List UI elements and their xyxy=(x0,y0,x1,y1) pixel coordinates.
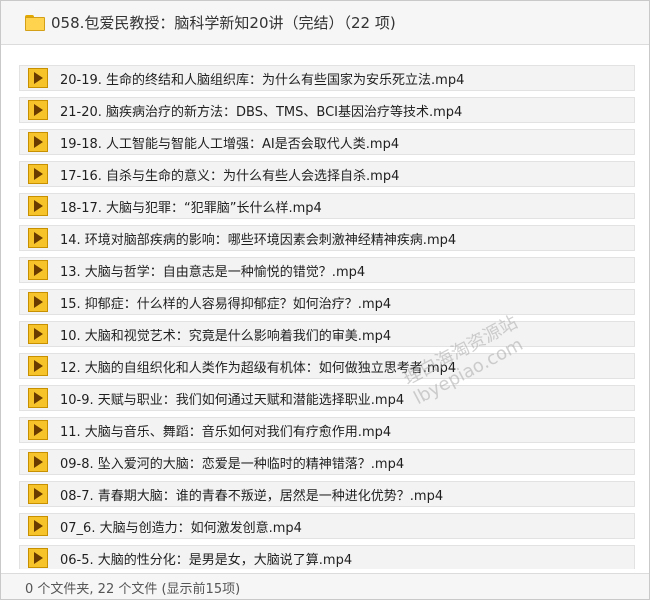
media-file-icon xyxy=(28,484,48,504)
file-name: 10. 大脑和视觉艺术：究竟是什么影响着我们的审美.mp4 xyxy=(60,328,392,344)
file-name: 19-18. 人工智能与智能人工增强：AI是否会取代人类.mp4 xyxy=(60,136,400,152)
file-row[interactable]: 19-18. 人工智能与智能人工增强：AI是否会取代人类.mp4 xyxy=(19,129,635,155)
file-row[interactable]: 14. 环境对脑部疾病的影响：哪些环境因素会刺激神经精神疾病.mp4 xyxy=(19,225,635,251)
file-row[interactable]: 06-5. 大脑的性分化：是男是女，大脑说了算.mp4 xyxy=(19,545,635,569)
media-file-icon xyxy=(28,228,48,248)
file-row[interactable]: 10-9. 天赋与职业：我们如何通过天赋和潜能选择职业.mp4 xyxy=(19,385,635,411)
file-name: 06-5. 大脑的性分化：是男是女，大脑说了算.mp4 xyxy=(60,552,353,568)
media-file-icon xyxy=(28,452,48,472)
media-file-icon xyxy=(28,356,48,376)
file-name: 15. 抑郁症：什么样的人容易得抑郁症？如何治疗？.mp4 xyxy=(60,296,392,312)
title-bar: 058.包爱民教授：脑科学新知20讲（完结）（22 项) xyxy=(1,1,649,45)
media-file-icon xyxy=(28,132,48,152)
file-row[interactable]: 17-16. 自杀与生命的意义：为什么有些人会选择自杀.mp4 xyxy=(19,161,635,187)
media-file-icon xyxy=(28,324,48,344)
media-file-icon xyxy=(28,388,48,408)
file-name: 13. 大脑与哲学：自由意志是一种愉悦的错觉？.mp4 xyxy=(60,264,366,280)
file-row[interactable]: 18-17. 大脑与犯罪：“犯罪脑”长什么样.mp4 xyxy=(19,193,635,219)
window-title: 058.包爱民教授：脑科学新知20讲（完结）（22 项) xyxy=(51,14,396,32)
file-row[interactable]: 21-20. 脑疾病治疗的新方法：DBS、TMS、BCI基因治疗等技术.mp4 xyxy=(19,97,635,123)
status-text: 0 个文件夹, 22 个文件 (显示前15项) xyxy=(25,581,241,597)
file-row[interactable]: 20-19. 生命的终结和人脑组织库：为什么有些国家为安乐死立法.mp4 xyxy=(19,65,635,91)
media-file-icon xyxy=(28,164,48,184)
media-file-icon xyxy=(28,420,48,440)
file-row[interactable]: 08-7. 青春期大脑：谁的青春不叛逆，居然是一种进化优势？.mp4 xyxy=(19,481,635,507)
file-name: 14. 环境对脑部疾病的影响：哪些环境因素会刺激神经精神疾病.mp4 xyxy=(60,232,457,248)
media-file-icon xyxy=(28,548,48,568)
file-name: 21-20. 脑疾病治疗的新方法：DBS、TMS、BCI基因治疗等技术.mp4 xyxy=(60,104,463,120)
file-name: 07_6. 大脑与创造力：如何激发创意.mp4 xyxy=(60,520,302,536)
file-name: 18-17. 大脑与犯罪：“犯罪脑”长什么样.mp4 xyxy=(60,200,322,216)
file-name: 09-8. 坠入爱河的大脑：恋爱是一种临时的精神错落？.mp4 xyxy=(60,456,405,472)
media-file-icon xyxy=(28,196,48,216)
file-row[interactable]: 12. 大脑的自组织化和人类作为超级有机体：如何做独立思考者.mp4 xyxy=(19,353,635,379)
media-file-icon xyxy=(28,260,48,280)
file-name: 17-16. 自杀与生命的意义：为什么有些人会选择自杀.mp4 xyxy=(60,168,400,184)
file-row[interactable]: 13. 大脑与哲学：自由意志是一种愉悦的错觉？.mp4 xyxy=(19,257,635,283)
file-row[interactable]: 10. 大脑和视觉艺术：究竟是什么影响着我们的审美.mp4 xyxy=(19,321,635,347)
file-name: 08-7. 青春期大脑：谁的青春不叛逆，居然是一种进化优势？.mp4 xyxy=(60,488,444,504)
file-row[interactable]: 09-8. 坠入爱河的大脑：恋爱是一种临时的精神错落？.mp4 xyxy=(19,449,635,475)
media-file-icon xyxy=(28,292,48,312)
folder-icon xyxy=(25,14,45,31)
file-row[interactable]: 11. 大脑与音乐、舞蹈：音乐如何对我们有疗愈作用.mp4 xyxy=(19,417,635,443)
media-file-icon xyxy=(28,100,48,120)
media-file-icon xyxy=(28,516,48,536)
file-list-window: 058.包爱民教授：脑科学新知20讲（完结）（22 项) 20-19. 生命的终… xyxy=(0,0,650,600)
status-bar: 0 个文件夹, 22 个文件 (显示前15项) xyxy=(1,573,649,599)
file-name: 20-19. 生命的终结和人脑组织库：为什么有些国家为安乐死立法.mp4 xyxy=(60,72,465,88)
file-name: 11. 大脑与音乐、舞蹈：音乐如何对我们有疗愈作用.mp4 xyxy=(60,424,392,440)
file-list[interactable]: 20-19. 生命的终结和人脑组织库：为什么有些国家为安乐死立法.mp4 21-2… xyxy=(19,65,635,569)
media-file-icon xyxy=(28,68,48,88)
file-name: 12. 大脑的自组织化和人类作为超级有机体：如何做独立思考者.mp4 xyxy=(60,360,457,376)
file-row[interactable]: 07_6. 大脑与创造力：如何激发创意.mp4 xyxy=(19,513,635,539)
file-name: 10-9. 天赋与职业：我们如何通过天赋和潜能选择职业.mp4 xyxy=(60,392,405,408)
file-row[interactable]: 15. 抑郁症：什么样的人容易得抑郁症？如何治疗？.mp4 xyxy=(19,289,635,315)
